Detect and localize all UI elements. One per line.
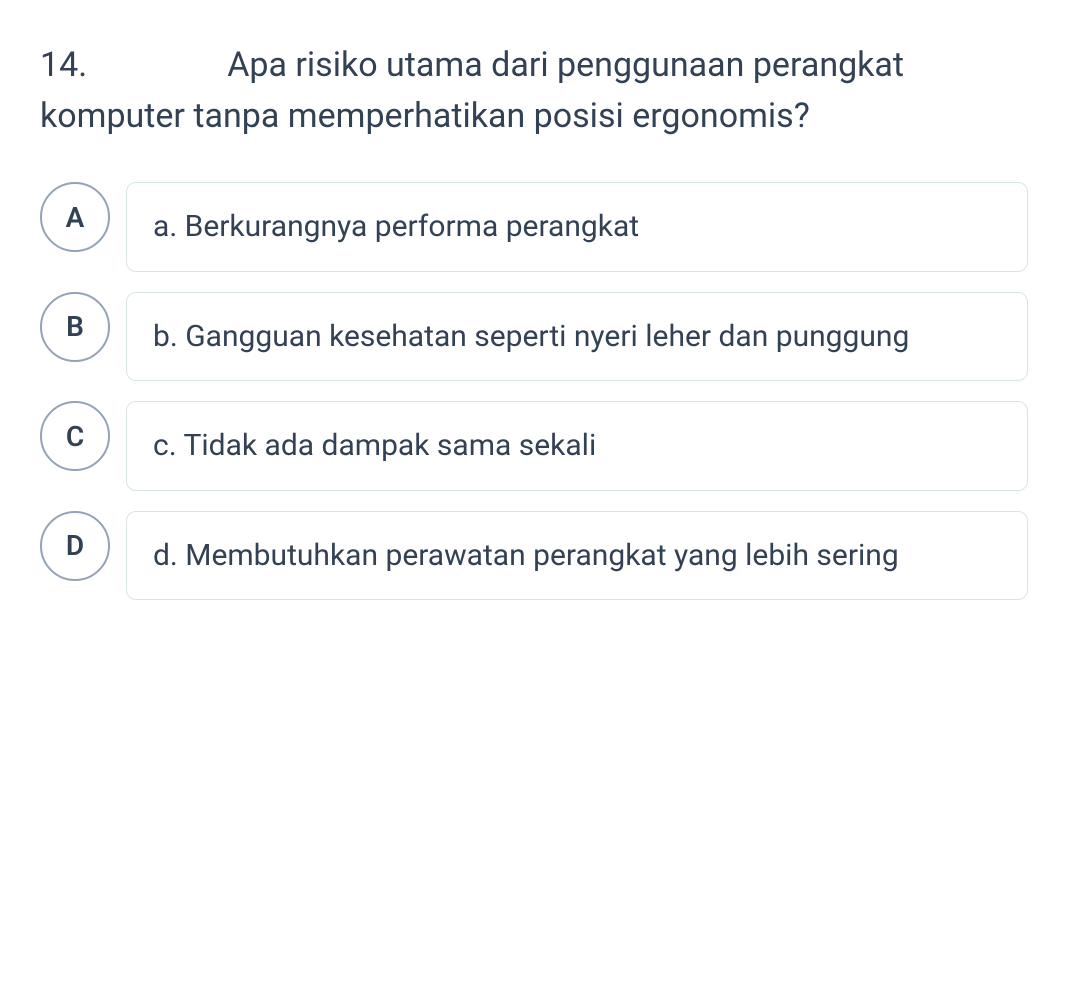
option-text-c[interactable]: c. Tidak ada dampak sama sekali bbox=[126, 401, 1028, 491]
question-block: 14.Apa risiko utama dari penggunaan pera… bbox=[40, 40, 1028, 142]
question-body: Apa risiko utama dari penggunaan perangk… bbox=[40, 45, 904, 136]
option-letter-a[interactable]: A bbox=[40, 182, 110, 252]
option-text-a[interactable]: a. Berkurangnya performa perangkat bbox=[126, 182, 1028, 272]
option-c[interactable]: C c. Tidak ada dampak sama sekali bbox=[40, 401, 1028, 491]
question-text: 14.Apa risiko utama dari penggunaan pera… bbox=[40, 40, 1028, 142]
question-number: 14. bbox=[40, 40, 87, 91]
option-text-d[interactable]: d. Membutuhkan perawatan perangkat yang … bbox=[126, 511, 1028, 601]
option-text-b[interactable]: b. Gangguan kesehatan seperti nyeri lehe… bbox=[126, 292, 1028, 382]
options-list: A a. Berkurangnya performa perangkat B b… bbox=[40, 182, 1028, 600]
option-a[interactable]: A a. Berkurangnya performa perangkat bbox=[40, 182, 1028, 272]
option-b[interactable]: B b. Gangguan kesehatan seperti nyeri le… bbox=[40, 292, 1028, 382]
option-letter-c[interactable]: C bbox=[40, 401, 110, 471]
option-letter-b[interactable]: B bbox=[40, 292, 110, 362]
option-letter-d[interactable]: D bbox=[40, 511, 110, 581]
option-d[interactable]: D d. Membutuhkan perawatan perangkat yan… bbox=[40, 511, 1028, 601]
